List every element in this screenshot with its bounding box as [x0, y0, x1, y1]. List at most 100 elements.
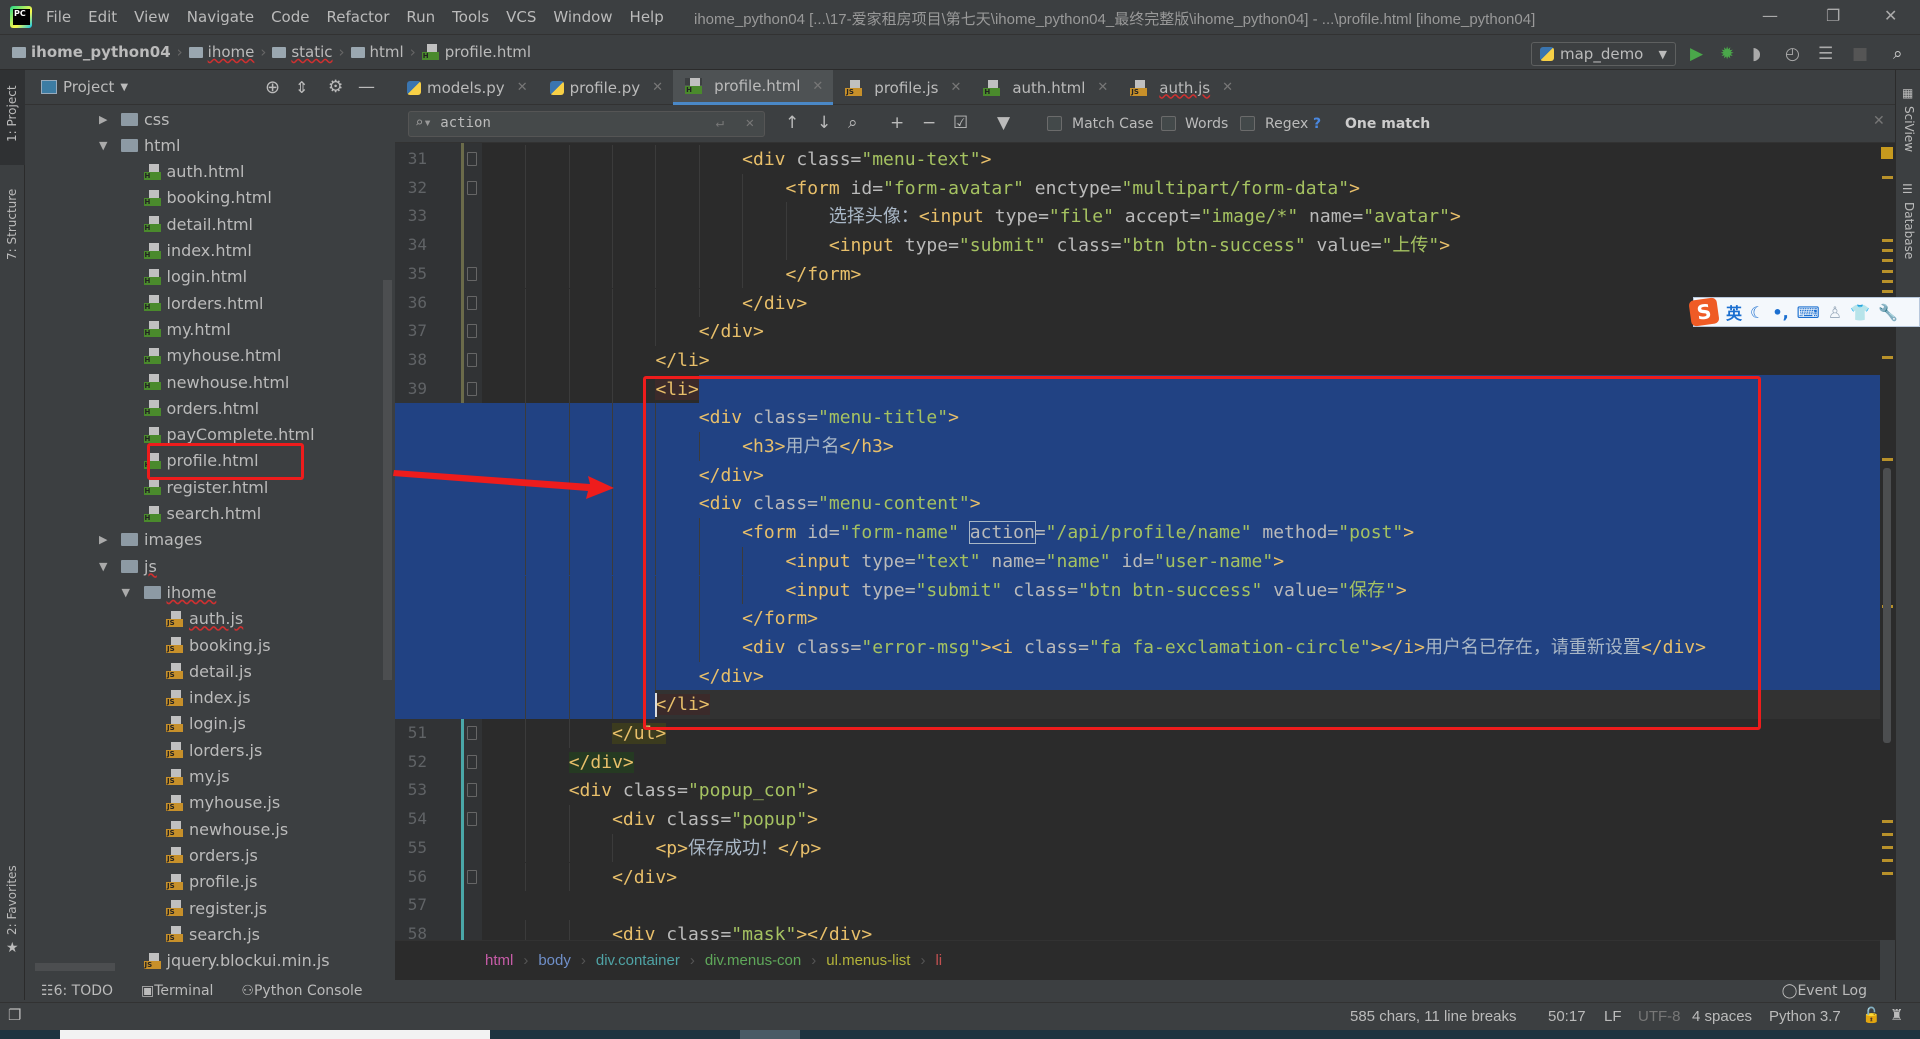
previous-occurrence-icon[interactable]: ↑	[785, 113, 799, 133]
inspector-icon[interactable]: ♜	[1890, 1006, 1903, 1024]
menu-file[interactable]: File	[46, 8, 71, 26]
close-tab-icon[interactable]: ✕	[812, 79, 823, 94]
error-stripe[interactable]	[1880, 143, 1895, 940]
tree-item-detail-js[interactable]: JS detail.js	[166, 658, 252, 684]
fold-close-icon[interactable]	[467, 754, 477, 769]
project-tool-button[interactable]: 1: Project	[0, 70, 25, 165]
select-occurrences-icon[interactable]: ☑	[953, 113, 968, 133]
regex-help-link[interactable]: ?	[1313, 116, 1321, 132]
python-interpreter[interactable]: Python 3.7	[1769, 1008, 1841, 1025]
tree-item-auth-js[interactable]: JS auth.js	[166, 606, 243, 632]
menu-navigate[interactable]: Navigate	[187, 8, 254, 26]
event-log-tab[interactable]: Event Log	[1797, 983, 1867, 999]
structure-tool-button[interactable]: 7: Structure	[5, 189, 19, 260]
newline-icon[interactable]: ↵	[716, 115, 724, 131]
debug-icon[interactable]: ✹	[1720, 44, 1734, 64]
close-find-icon[interactable]: ✕	[1873, 113, 1885, 129]
code-line[interactable]: <div class="popup_con">	[482, 776, 1880, 805]
regex-checkbox[interactable]	[1240, 116, 1255, 131]
restore-icon[interactable]: ❐	[1826, 6, 1840, 25]
menu-refactor[interactable]: Refactor	[326, 8, 389, 26]
code-line[interactable]: </div>	[482, 863, 1880, 892]
run-icon[interactable]: ▶	[1690, 44, 1703, 64]
select-all-occurrences-icon[interactable]: ⌕	[848, 113, 858, 133]
clear-icon[interactable]: ✕	[746, 115, 754, 131]
tab-auth-html[interactable]: Hauth.html ✕	[971, 70, 1118, 105]
fold-close-icon[interactable]	[467, 295, 477, 310]
match-case-checkbox[interactable]	[1047, 116, 1062, 131]
terminal-tab[interactable]: Terminal	[154, 983, 213, 999]
search-everywhere-icon[interactable]: ⌕	[1893, 44, 1903, 64]
code-line[interactable]: <div class="mask"></div>	[482, 920, 1880, 940]
tree-item-booking-js[interactable]: JS booking.js	[166, 632, 271, 658]
tree-item-images[interactable]: ▶ images	[99, 527, 202, 553]
menu-window[interactable]: Window	[553, 8, 612, 26]
menu-help[interactable]: Help	[630, 8, 664, 26]
tag-path-html[interactable]: html	[485, 952, 513, 969]
tree-item-my-js[interactable]: JS my.js	[166, 764, 230, 790]
tool-windows-toggle-icon[interactable]: ❐	[8, 1006, 21, 1024]
tree-item-search-html[interactable]: Hsearch.html	[143, 501, 261, 527]
lock-icon[interactable]: 🔓	[1862, 1006, 1881, 1024]
regex-label[interactable]: Regex	[1265, 116, 1308, 132]
expanded-arrow-icon[interactable]: ▼	[99, 139, 107, 152]
collapsed-arrow-icon[interactable]: ▶	[99, 533, 107, 546]
todo-tab[interactable]: 6: TODO	[54, 983, 113, 999]
code-line[interactable]: <div class="popup">	[482, 805, 1880, 834]
indent-setting[interactable]: 4 spaces	[1692, 1008, 1752, 1025]
code-line[interactable]	[482, 891, 1880, 920]
tree-item-register-js[interactable]: JS register.js	[166, 895, 267, 921]
wrench-icon[interactable]: 🔧	[1878, 303, 1898, 322]
menu-run[interactable]: Run	[406, 8, 435, 26]
chevron-down-icon[interactable]: ▼	[120, 82, 128, 93]
tree-item-js[interactable]: ▼ js	[99, 553, 157, 579]
sciview-tool-button[interactable]: SciView	[1902, 106, 1916, 152]
add-occurrence-icon[interactable]: +	[890, 113, 904, 133]
code-line[interactable]: </div>	[482, 317, 1880, 346]
tag-path-li[interactable]: li	[935, 952, 942, 969]
fold-open-icon[interactable]	[467, 381, 477, 396]
crumb-project[interactable]: ihome_python04	[12, 43, 171, 61]
tree-item-jquery-blockui-min-js[interactable]: JS jquery.blockui.min.js	[143, 948, 330, 970]
tree-item-ihome[interactable]: ▼ ihome	[122, 579, 217, 605]
next-occurrence-icon[interactable]: ↓	[817, 113, 831, 133]
fold-close-icon[interactable]	[467, 352, 477, 367]
tree-item-myhouse-html[interactable]: Hmyhouse.html	[143, 343, 281, 369]
fold-close-icon[interactable]	[467, 726, 477, 740]
run-configuration-dropdown[interactable]: map_demo ▼	[1531, 42, 1676, 66]
tree-item-index-js[interactable]: JS index.js	[166, 685, 251, 711]
python-console-tab[interactable]: Python Console	[254, 983, 363, 999]
menu-code[interactable]: Code	[271, 8, 309, 26]
match-case-label[interactable]: Match Case	[1072, 116, 1153, 132]
favorites-tool-button[interactable]: 2: Favorites	[5, 865, 19, 935]
tab-profile-js[interactable]: JS profile.js ✕	[833, 70, 971, 105]
menu-edit[interactable]: Edit	[88, 8, 117, 26]
tree-item-search-js[interactable]: JS search.js	[166, 921, 260, 947]
ime-language-toggle[interactable]: 英	[1726, 300, 1742, 324]
tag-path-div-container[interactable]: div.container	[596, 952, 680, 969]
fold-open-icon[interactable]	[467, 180, 477, 195]
collapse-all-icon[interactable]: ⇕	[295, 78, 308, 97]
crumb-file[interactable]: Hprofile.html	[421, 43, 531, 61]
database-tool-button[interactable]: Database	[1902, 202, 1916, 259]
words-label[interactable]: Words	[1185, 116, 1228, 132]
tree-item-profile-js[interactable]: JS profile.js	[166, 869, 257, 895]
filter-icon[interactable]: ▼	[997, 113, 1010, 133]
tab-profile-py[interactable]: profile.py ✕	[538, 70, 673, 105]
tree-item-my-html[interactable]: Hmy.html	[143, 316, 231, 342]
find-input[interactable]: ⌕▾ action ↵ ✕	[408, 111, 765, 137]
coverage-icon[interactable]: ◗	[1752, 44, 1761, 64]
fold-open-icon[interactable]	[467, 812, 477, 827]
close-tab-icon[interactable]: ✕	[1222, 80, 1233, 95]
expanded-arrow-icon[interactable]: ▼	[122, 586, 130, 599]
moon-icon[interactable]: ☾	[1750, 303, 1764, 322]
fold-close-icon[interactable]	[467, 266, 477, 281]
tree-item-login-html[interactable]: Hlogin.html	[143, 264, 247, 290]
code-line[interactable]: </li>	[482, 346, 1880, 375]
crumb-ihome[interactable]: ihome	[188, 43, 254, 61]
code-line[interactable]: </div>	[482, 748, 1880, 777]
remove-occurrence-icon[interactable]: −	[922, 113, 936, 133]
close-tab-icon[interactable]: ✕	[517, 80, 528, 95]
tree-item-lorders-js[interactable]: JS lorders.js	[166, 737, 262, 763]
code-line[interactable]: <form id="form-avatar" enctype="multipar…	[482, 174, 1880, 203]
